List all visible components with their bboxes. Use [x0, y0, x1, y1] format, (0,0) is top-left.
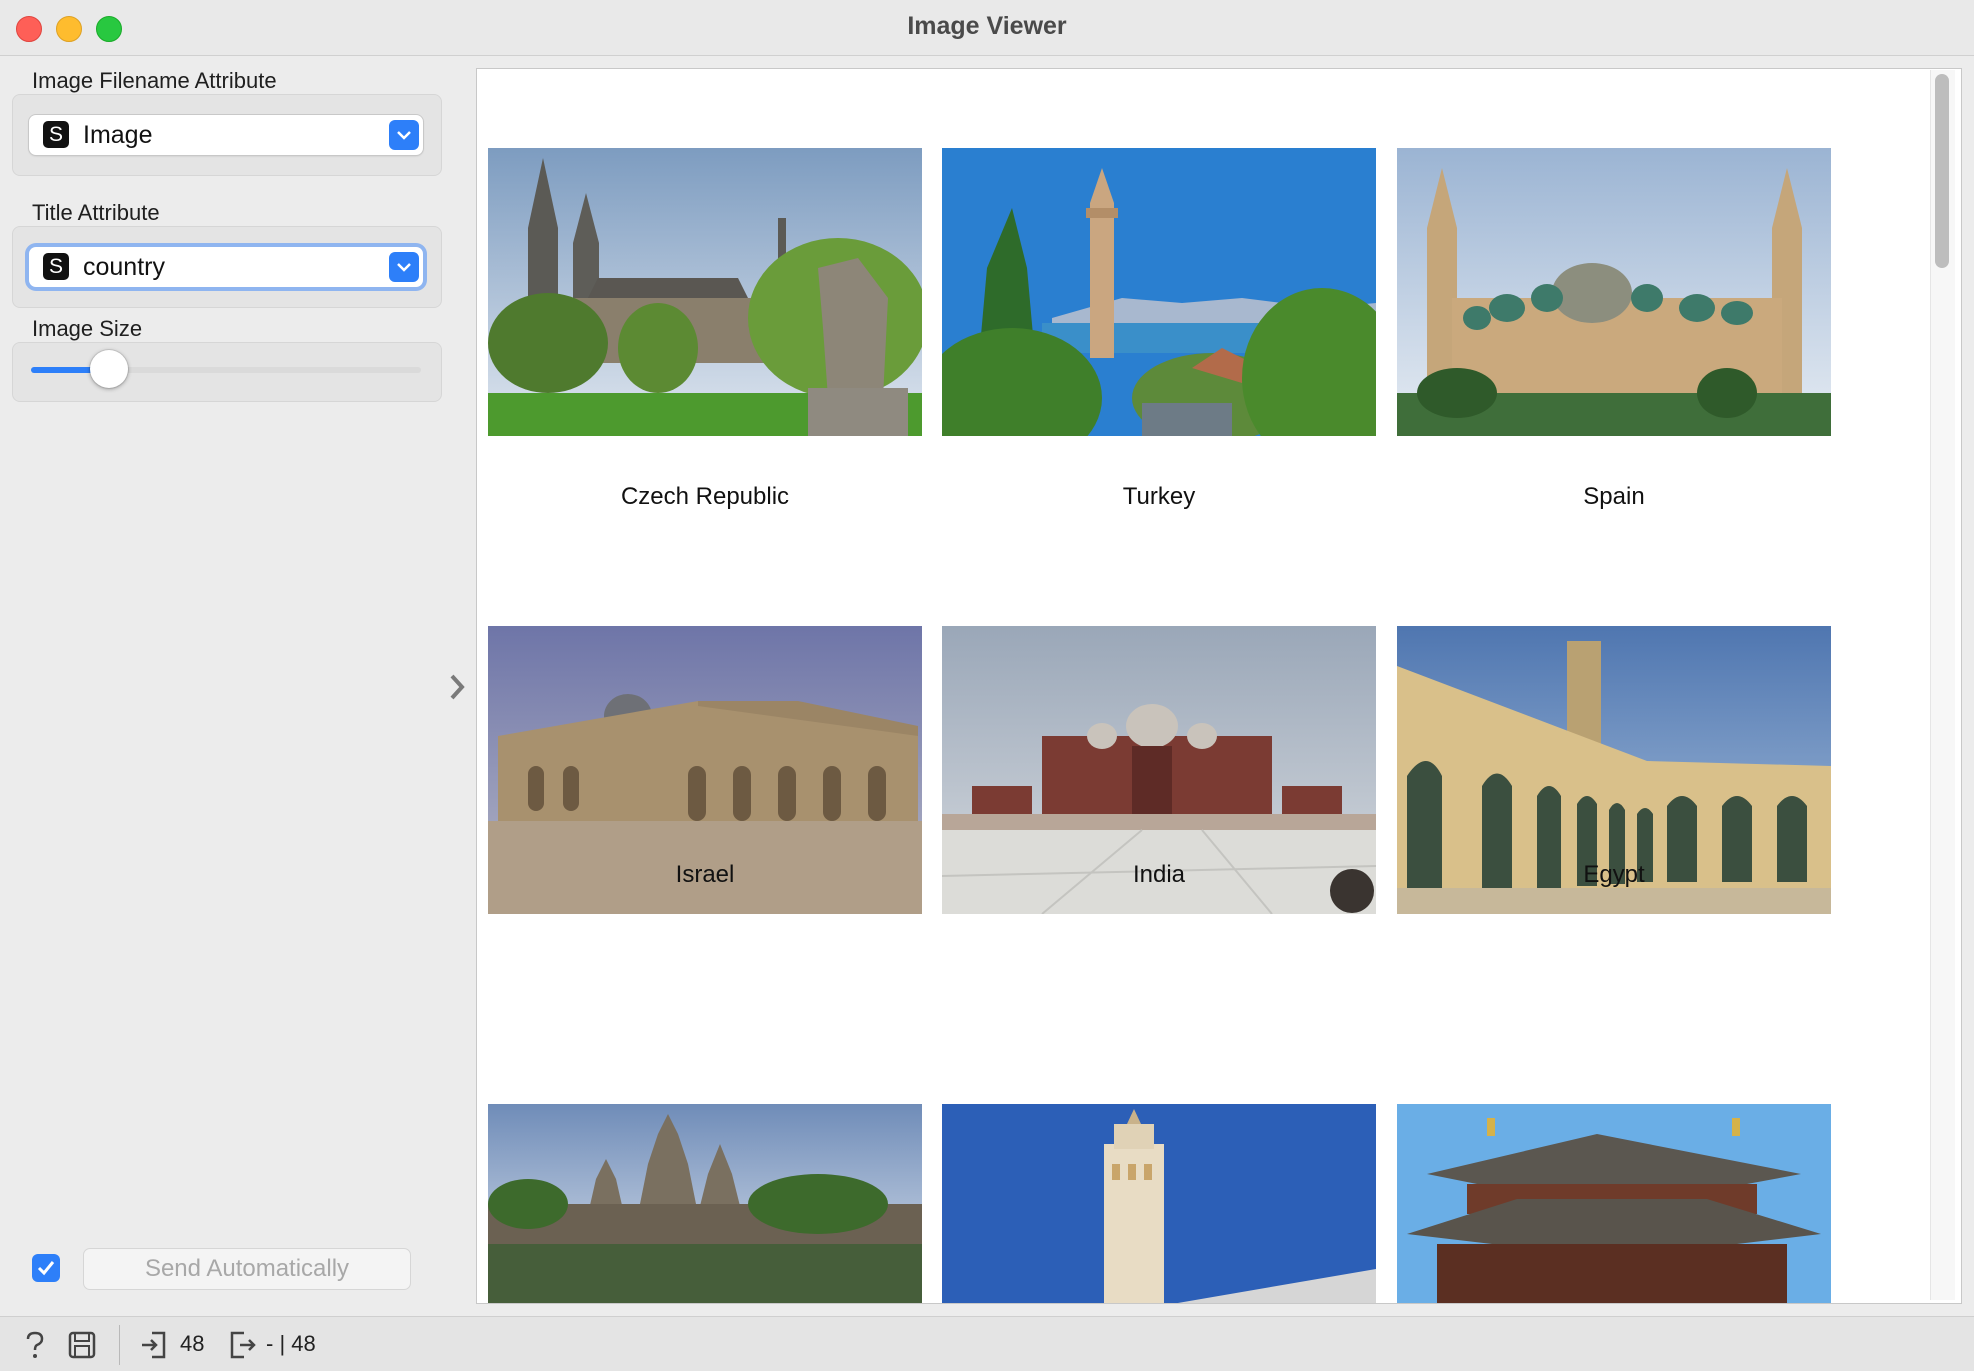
control-sidebar: Image Filename Attribute S Image Title A…: [0, 56, 460, 1316]
gallery-image-tunisia[interactable]: [942, 1104, 1376, 1303]
output-count: - | 48: [266, 1331, 316, 1356]
gallery-image-czech-republic[interactable]: [488, 148, 922, 436]
title-bar: Image Viewer: [0, 0, 1974, 56]
title-attribute-label: Title Attribute: [32, 200, 160, 225]
checkmark-icon: [37, 1261, 55, 1276]
input-icon: [140, 1331, 168, 1364]
gallery-title: Israel: [675, 861, 735, 888]
help-icon[interactable]: [24, 1331, 46, 1364]
image-size-slider[interactable]: [31, 350, 421, 388]
chevron-down-icon[interactable]: [389, 252, 419, 282]
title-attribute-value: country: [83, 253, 165, 281]
image-gallery: Czech Republic Turkey Spain Israel India…: [476, 68, 1962, 1304]
image-filename-value: Image: [83, 121, 153, 149]
gallery-title: India: [1132, 861, 1186, 888]
gallery-title: Egypt: [1583, 861, 1645, 888]
save-icon[interactable]: [68, 1331, 96, 1364]
gallery-image-turkey[interactable]: [942, 148, 1376, 436]
image-size-box: [12, 342, 442, 402]
string-type-icon: S: [43, 121, 69, 148]
status-bar: 48 - | 48: [0, 1316, 1974, 1371]
image-filename-box: S Image: [12, 94, 442, 176]
scrollbar-thumb[interactable]: [1935, 74, 1949, 268]
title-attribute-box: S country: [12, 226, 442, 308]
output-icon: [228, 1331, 256, 1364]
chevron-down-icon[interactable]: [389, 120, 419, 150]
window-title: Image Viewer: [907, 12, 1067, 40]
image-filename-combo[interactable]: S Image: [29, 115, 423, 155]
slider-knob[interactable]: [90, 350, 128, 388]
title-attribute-combo[interactable]: S country: [29, 247, 423, 287]
chevron-right-icon[interactable]: [446, 672, 470, 707]
send-automatically-checkbox[interactable]: [32, 1254, 60, 1282]
image-filename-label: Image Filename Attribute: [32, 68, 277, 93]
gallery-title: Spain: [1583, 483, 1645, 510]
gallery-image-japan[interactable]: [1397, 1104, 1831, 1303]
send-automatically-button[interactable]: Send Automatically: [83, 1248, 411, 1290]
status-separator: [119, 1325, 120, 1365]
gallery-image-cambodia[interactable]: [488, 1104, 922, 1303]
image-size-label: Image Size: [32, 316, 143, 341]
string-type-icon: S: [43, 253, 69, 280]
gallery-image-spain[interactable]: [1397, 148, 1831, 436]
gallery-title: Turkey: [1122, 483, 1196, 510]
input-count: 48: [180, 1331, 205, 1356]
gallery-title: Czech Republic: [620, 483, 790, 510]
